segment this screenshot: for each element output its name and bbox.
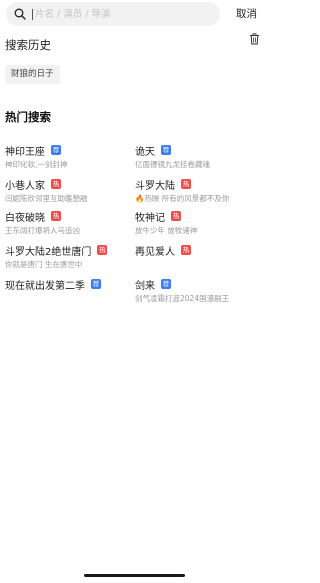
hot-badge: 热 [51,211,61,221]
hot-item-desc: 放牛少年 放牧诸神 [135,226,198,235]
hot-item[interactable]: 牧神记热 放牛少年 放牧诸神 [135,209,267,239]
hot-item-name: 斗罗大陆 [135,180,175,192]
hot-badge: 热 [171,211,181,221]
recommend-badge: 荐 [161,279,171,289]
hot-item-name: 现在就出发第二季 [5,280,85,292]
hot-item-name: 斗罗大陆2绝世唐门 [5,246,92,258]
recommend-badge: 荐 [91,279,101,289]
hot-item-desc: 亿面镖镜九龙挂卷藏魂 [135,160,210,169]
hot-item[interactable]: 斗罗大陆热 🔥热映 所有的风景都不及你 [135,177,267,207]
history-chip[interactable]: 财狼的日子 [5,65,60,84]
hot-search-title: 热门搜索 [5,110,51,124]
hot-item[interactable]: 小巷人家热 闫妮陈欣邻里互助暖憩融 [5,177,137,207]
trash-icon[interactable] [249,33,260,45]
search-icon [14,8,26,20]
hot-item-name: 诡天 [135,146,155,158]
hot-item-desc: 闫妮陈欣邻里互助暖憩融 [5,194,88,203]
hot-item-desc: 你就是唐门 生在唐世中 [5,260,83,269]
hot-item-desc: 🔥热映 所有的风景都不及你 [135,194,230,203]
hot-item-name: 剑来 [135,280,155,292]
recommend-badge: 荐 [51,145,61,155]
hot-item-name: 白夜破晓 [5,212,45,224]
hot-item[interactable]: 神印王座荐 神印化软,一剑封神 [5,143,137,173]
search-page: 取消 搜索历史 财狼的日子 热门搜索 神印王座荐 神印化软,一剑封神 小巷人家热… [0,0,271,583]
hot-item-desc: 剑气凌霜打造2024国漫剧王 [135,294,230,303]
hot-item-name: 再见爱人 [135,246,175,258]
hot-badge: 热 [181,245,191,255]
hot-item-name: 小巷人家 [5,180,45,192]
hot-badge: 热 [51,179,61,189]
hot-item-desc: 神印化软,一剑封神 [5,160,68,169]
search-input[interactable] [32,8,212,20]
search-bar[interactable] [6,2,220,26]
hot-item[interactable]: 斗罗大陆2绝世唐门热 你就是唐门 生在唐世中 [5,243,137,273]
recommend-badge: 荐 [161,145,171,155]
hot-badge: 热 [181,179,191,189]
hot-item[interactable]: 再见爱人热 [135,243,267,273]
hot-item[interactable]: 诡天荐 亿面镖镜九龙挂卷藏魂 [135,143,267,173]
home-indicator[interactable] [84,574,185,577]
hot-item-name: 牧神记 [135,212,165,224]
hot-item[interactable]: 剑来荐 剑气凌霜打造2024国漫剧王 [135,277,267,307]
hot-item[interactable]: 白夜破晓热 王东阔打爆坍人马追凶 [5,209,137,239]
cancel-button[interactable]: 取消 [236,6,257,21]
hot-item-desc: 王东阔打爆坍人马追凶 [5,226,80,235]
hot-badge: 热 [97,245,108,255]
hot-item-name: 神印王座 [5,146,45,158]
search-history-title: 搜索历史 [5,38,51,52]
hot-item[interactable]: 现在就出发第二季荐 [5,277,137,307]
